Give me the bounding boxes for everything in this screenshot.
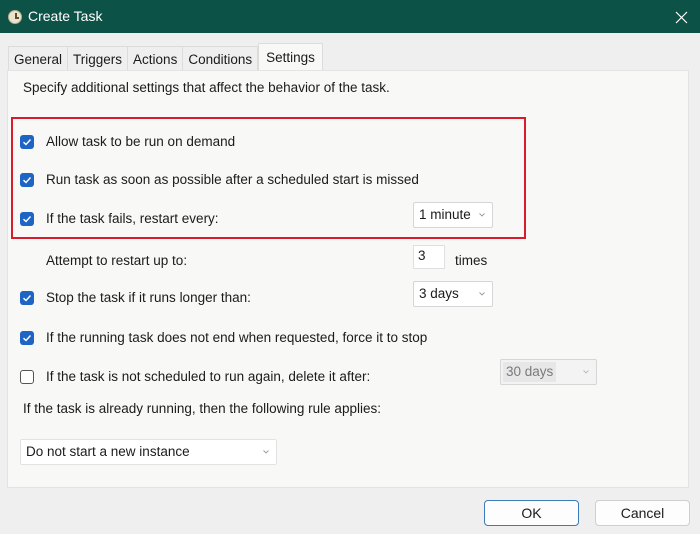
running-rule-select[interactable]: Do not start a new instance: [20, 439, 277, 465]
run-missed-checkbox[interactable]: [20, 172, 34, 187]
checkmark-icon: [23, 215, 32, 222]
chevron-down-icon: [263, 450, 269, 454]
settings-description: Specify additional settings that affect …: [23, 80, 390, 95]
running-rule-value: Do not start a new instance: [26, 444, 190, 459]
delete-after-value: 30 days: [503, 362, 557, 382]
restart-on-fail-row: If the task fails, restart every:: [20, 211, 219, 226]
run-missed-row: Run task as soon as possible after a sch…: [20, 172, 419, 187]
restart-on-fail-label: If the task fails, restart every:: [46, 211, 219, 226]
restart-interval-value: 1 minute: [419, 207, 471, 222]
force-stop-label: If the running task does not end when re…: [46, 330, 428, 345]
tab-strip: General Triggers Actions Conditions Sett…: [8, 43, 323, 70]
force-stop-row: If the running task does not end when re…: [20, 330, 427, 345]
checkmark-icon: [23, 334, 32, 341]
restart-attempts-label: Attempt to restart up to:: [46, 253, 188, 268]
restart-attempts-input[interactable]: 3: [413, 245, 445, 269]
ok-button[interactable]: OK: [484, 500, 579, 526]
run-missed-label: Run task as soon as possible after a sch…: [46, 172, 419, 187]
chevron-down-icon: [583, 370, 589, 374]
chevron-down-icon: [479, 213, 485, 217]
force-stop-checkbox[interactable]: [20, 330, 34, 345]
window-title: Create Task: [28, 8, 103, 24]
cancel-button[interactable]: Cancel: [595, 500, 690, 526]
restart-attempts-suffix: times: [455, 253, 488, 268]
allow-on-demand-checkbox[interactable]: [20, 134, 34, 149]
delete-after-checkbox[interactable]: [20, 369, 34, 384]
allow-on-demand-row: Allow task to be run on demand: [20, 134, 235, 149]
restart-attempts-row: Attempt to restart up to:: [46, 253, 187, 268]
tab-general[interactable]: General: [8, 46, 68, 70]
tab-triggers[interactable]: Triggers: [67, 46, 128, 70]
allow-on-demand-label: Allow task to be run on demand: [46, 134, 236, 149]
tab-settings[interactable]: Settings: [258, 43, 323, 70]
checkmark-icon: [23, 138, 32, 145]
title-bar: Create Task: [0, 0, 700, 33]
delete-after-select[interactable]: 30 days: [500, 359, 597, 385]
stop-if-longer-label: Stop the task if it runs longer than:: [46, 290, 251, 305]
close-button[interactable]: [668, 4, 694, 30]
checkmark-icon: [23, 176, 32, 183]
clock-icon: [8, 10, 22, 24]
delete-after-row: If the task is not scheduled to run agai…: [20, 369, 370, 384]
running-rule-label: If the task is already running, then the…: [23, 401, 381, 416]
close-icon: [675, 11, 687, 23]
tab-conditions[interactable]: Conditions: [182, 46, 259, 70]
tab-actions[interactable]: Actions: [127, 46, 183, 70]
stop-duration-select[interactable]: 3 days: [413, 281, 493, 307]
checkmark-icon: [23, 294, 32, 301]
delete-after-label: If the task is not scheduled to run agai…: [46, 369, 371, 384]
running-rule-row: If the task is already running, then the…: [23, 401, 381, 416]
stop-duration-value: 3 days: [419, 286, 459, 301]
stop-if-longer-checkbox[interactable]: [20, 290, 34, 305]
restart-on-fail-checkbox[interactable]: [20, 211, 34, 226]
chevron-down-icon: [479, 292, 485, 296]
stop-if-longer-row: Stop the task if it runs longer than:: [20, 290, 251, 305]
restart-interval-select[interactable]: 1 minute: [413, 202, 493, 228]
